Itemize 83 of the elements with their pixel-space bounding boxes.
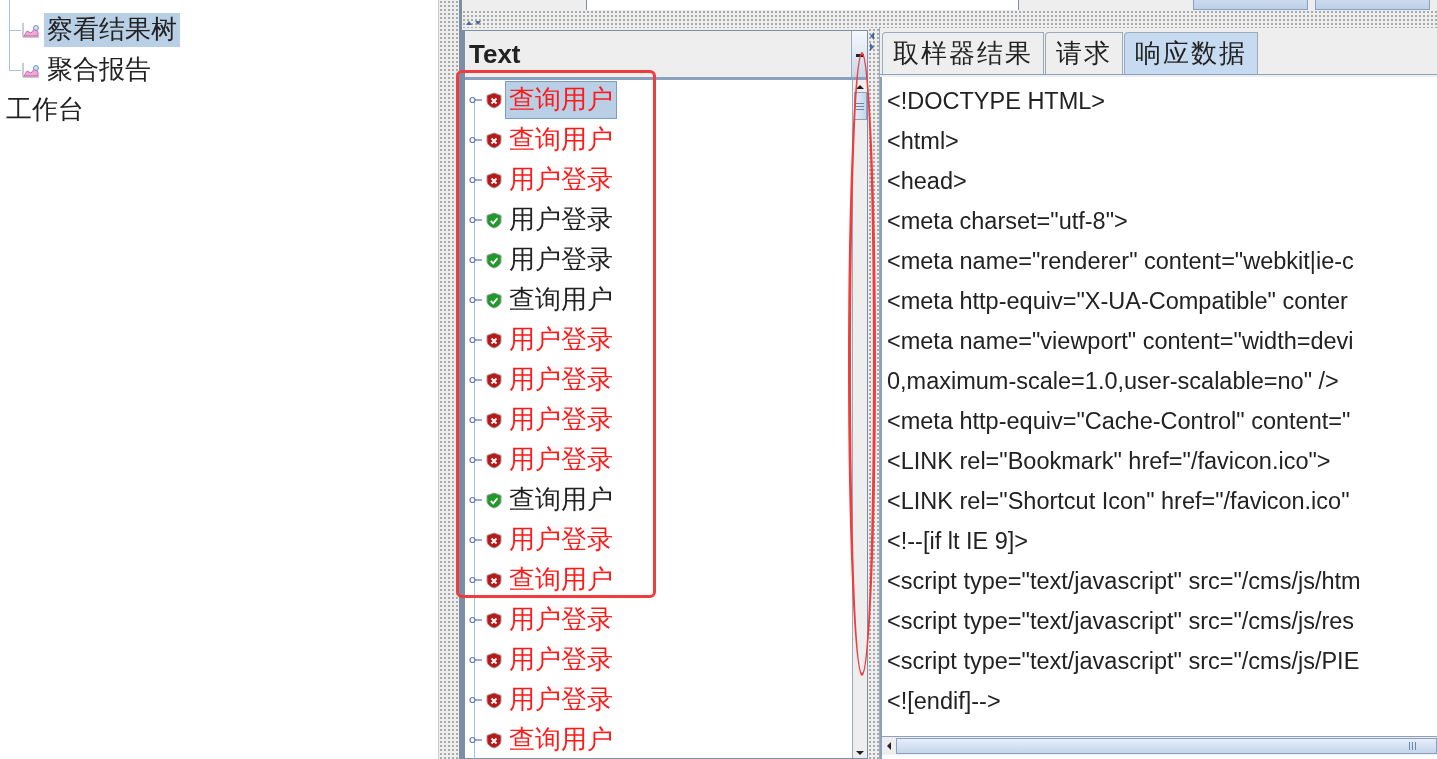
error-shield-icon (486, 331, 502, 349)
result-item[interactable]: 查询用户 (505, 121, 617, 159)
tree-handle-icon[interactable] (469, 96, 483, 104)
tree-handle-icon[interactable] (469, 736, 483, 744)
code-line: <script type="text/javascript" src="/cms/js/PIE (887, 647, 1361, 676)
code-line: <script type="text/javascript" src="/cms/js/res (887, 607, 1356, 636)
result-item[interactable]: 用户登录 (505, 401, 617, 439)
code-line: <meta charset="utf-8"> (887, 207, 1129, 236)
horizontal-scrollbar[interactable] (882, 736, 1437, 755)
tree-handle-icon[interactable] (469, 376, 483, 384)
error-shield-icon (486, 531, 502, 549)
error-shield-icon (486, 651, 502, 669)
tree-handle-icon[interactable] (469, 656, 483, 664)
result-item[interactable]: 用户登录 (505, 321, 617, 359)
scroll-left-icon[interactable] (886, 741, 892, 751)
code-line: <head> (887, 167, 968, 196)
result-item[interactable]: 查询用户 (505, 81, 617, 119)
error-shield-icon (486, 371, 502, 389)
tree-handle-icon[interactable] (469, 496, 483, 504)
tab[interactable]: 请求 (1045, 32, 1123, 74)
tab[interactable]: 取样器结果 (882, 32, 1044, 74)
tree-handle-icon[interactable] (469, 176, 483, 184)
tree-item[interactable]: 聚合报告 (44, 53, 154, 87)
code-line: <html> (887, 127, 960, 156)
tree-handle-icon[interactable] (469, 616, 483, 624)
tree-handle-icon[interactable] (469, 336, 483, 344)
check-shield-icon (486, 211, 502, 229)
tree-handle-icon[interactable] (469, 696, 483, 704)
error-shield-icon (486, 731, 502, 749)
result-item[interactable]: 查询用户 (505, 721, 617, 759)
tab[interactable]: 响应数据 (1124, 32, 1258, 74)
code-line: <![endif]--> (887, 687, 1002, 716)
code-line: <meta name="viewport" content="width=devi (887, 327, 1355, 356)
code-line: <LINK rel="Bookmark" href="/favicon.ico"> (887, 447, 1332, 476)
code-line: <LINK rel="Shortcut Icon" href="/favicon.ico" (887, 487, 1351, 516)
tree-handle-icon[interactable] (469, 296, 483, 304)
code-line: <!DOCTYPE HTML> (887, 87, 1107, 116)
scroll-down-icon[interactable] (855, 750, 865, 756)
result-item[interactable]: 用户登录 (505, 441, 617, 479)
result-item[interactable]: 用户登录 (505, 241, 617, 279)
result-item[interactable]: 用户登录 (505, 601, 617, 639)
code-line: <meta name="renderer" content="webkit|ie-c (887, 247, 1355, 276)
error-shield-icon (486, 611, 502, 629)
tree-handle-icon[interactable] (469, 456, 483, 464)
result-item[interactable]: 查询用户 (505, 561, 617, 599)
tree-handle-icon[interactable] (469, 416, 483, 424)
scroll-up-icon[interactable] (855, 84, 865, 90)
code-line: <script type="text/javascript" src="/cms/js/htm (887, 567, 1362, 596)
result-item[interactable]: 用户登录 (505, 681, 617, 719)
code-line: <!--[if lt IE 9]> (887, 527, 1030, 556)
result-item[interactable]: 查询用户 (505, 281, 617, 319)
error-shield-icon (486, 131, 502, 149)
error-shield-icon (486, 691, 502, 709)
column-menu-button[interactable] (851, 31, 867, 77)
error-shield-icon (486, 451, 502, 469)
check-shield-icon (486, 251, 502, 269)
error-shield-icon (486, 91, 502, 109)
error-shield-icon (486, 571, 502, 589)
vertical-scrollbar[interactable] (852, 80, 867, 758)
tree-handle-icon[interactable] (469, 576, 483, 584)
result-item[interactable]: 用户登录 (505, 161, 617, 199)
collapse-arrows-icon[interactable] (464, 19, 484, 27)
error-shield-icon (486, 411, 502, 429)
code-line: <meta http-equiv="Cache-Control" content=" (887, 407, 1352, 436)
chart-icon (22, 22, 40, 38)
split-arrows-icon[interactable] (868, 30, 876, 52)
check-shield-icon (486, 291, 502, 309)
code-line: 0,maximum-scale=1.0,user-scalable=no" /> (887, 367, 1340, 396)
tree-handle-icon[interactable] (469, 256, 483, 264)
tree-item[interactable]: 工作台 (3, 93, 87, 127)
result-item[interactable]: 用户登录 (505, 521, 617, 559)
tree-item[interactable]: 察看结果树 (44, 13, 180, 47)
tree-handle-icon[interactable] (469, 536, 483, 544)
tree-handle-icon[interactable] (469, 216, 483, 224)
result-item[interactable]: 查询用户 (505, 481, 617, 519)
tree-handle-icon[interactable] (469, 136, 483, 144)
check-shield-icon (486, 491, 502, 509)
error-shield-icon (486, 171, 502, 189)
chart-icon (22, 62, 40, 78)
result-item[interactable]: 用户登录 (505, 361, 617, 399)
code-line: <meta http-equiv="X-UA-Compatible" conter (887, 287, 1349, 316)
result-item[interactable]: 用户登录 (505, 201, 617, 239)
result-item[interactable]: 用户登录 (505, 641, 617, 679)
